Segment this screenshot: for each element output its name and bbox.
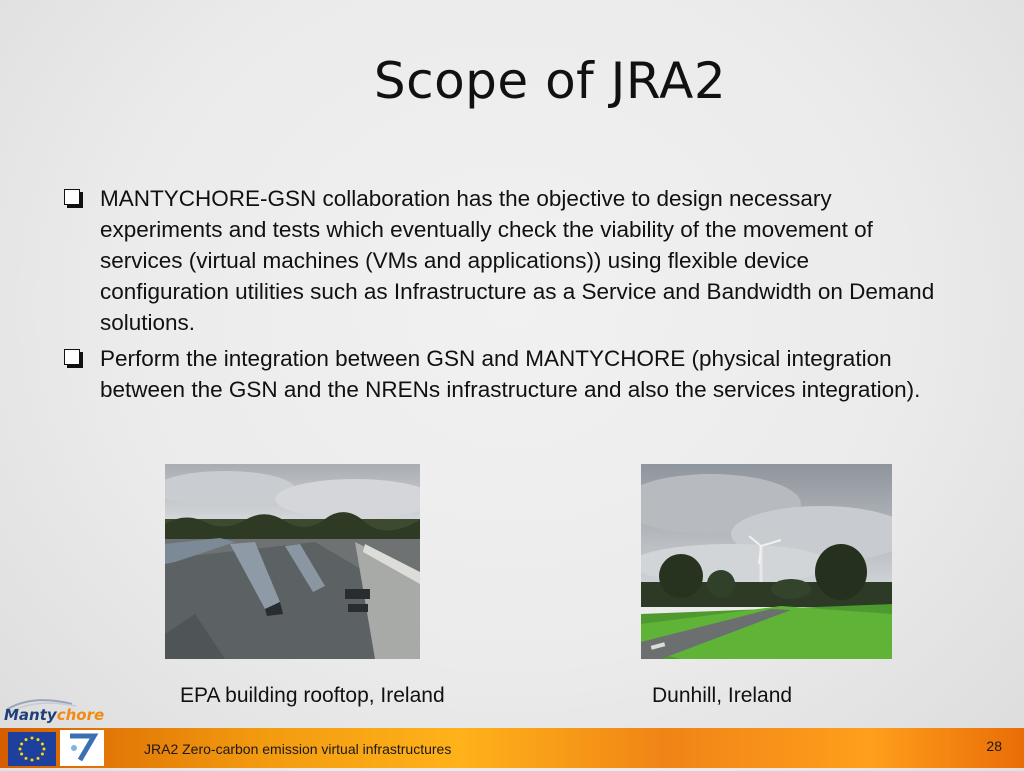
bullet-text: Perform the integration between GSN and … xyxy=(100,346,921,402)
bullet-item: MANTYCHORE-GSN collaboration has the obj… xyxy=(62,183,942,338)
footer-text: JRA2 Zero-carbon emission virtual infras… xyxy=(144,741,452,757)
checkbox-bullet-icon xyxy=(64,349,80,365)
logo-part-chore: chore xyxy=(56,706,105,724)
eu-flag-icon xyxy=(8,732,56,766)
bullet-item: Perform the integration between GSN and … xyxy=(62,343,942,405)
image-caption: EPA building rooftop, Ireland xyxy=(180,684,445,707)
logo-part-manty: Manty xyxy=(4,706,57,724)
slide-title: Scope of JRA2 xyxy=(373,52,727,110)
checkbox-bullet-icon xyxy=(64,189,80,205)
rooftop-photo xyxy=(165,464,420,659)
footer-bar: JRA2 Zero-carbon emission virtual infras… xyxy=(0,728,1024,768)
fp7-logo-icon xyxy=(60,730,104,766)
dunhill-photo xyxy=(641,464,892,659)
mantychore-logo: Mantychore xyxy=(2,698,106,728)
page-number: 28 xyxy=(986,738,1002,754)
bullet-list: MANTYCHORE-GSN collaboration has the obj… xyxy=(62,183,942,410)
bullet-text: MANTYCHORE-GSN collaboration has the obj… xyxy=(100,186,935,335)
image-caption: Dunhill, Ireland xyxy=(652,684,793,707)
